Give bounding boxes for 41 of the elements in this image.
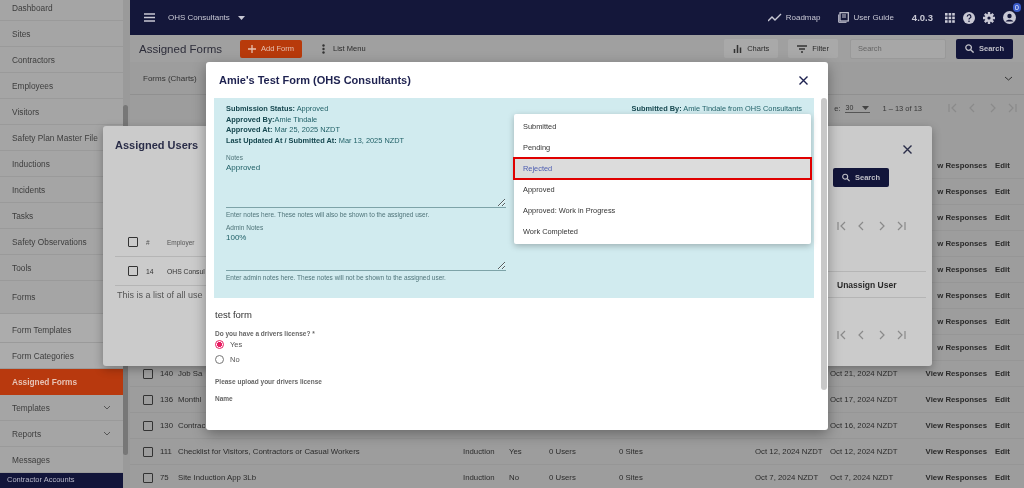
checkbox[interactable] bbox=[128, 237, 138, 247]
form-title: test form bbox=[215, 309, 253, 320]
dialog-title: Amie's Test Form (OHS Consultants) bbox=[219, 74, 411, 86]
notes-field[interactable]: Approved bbox=[226, 161, 506, 208]
header-link[interactable]: Roadmap bbox=[785, 13, 821, 22]
close-icon[interactable] bbox=[903, 144, 912, 154]
trend-line-icon bbox=[767, 13, 782, 22]
header-link[interactable]: User Guide bbox=[853, 13, 894, 22]
chevron-down-icon bbox=[103, 431, 111, 436]
help-icon[interactable] bbox=[963, 11, 975, 24]
scrollbar[interactable] bbox=[821, 98, 827, 390]
chevron-down-icon[interactable] bbox=[1004, 75, 1013, 81]
apps-grid-icon[interactable] bbox=[945, 12, 955, 23]
more-vertical-icon bbox=[322, 43, 326, 54]
admin-notes-field[interactable]: 100% bbox=[226, 231, 506, 271]
checkbox[interactable] bbox=[143, 394, 153, 405]
search-icon bbox=[964, 44, 974, 53]
caret-icon bbox=[862, 105, 870, 110]
checkbox[interactable] bbox=[143, 446, 153, 457]
organization-selector[interactable]: OHS Consultants bbox=[168, 13, 230, 22]
page-title: Assigned Forms bbox=[139, 42, 223, 55]
checkbox[interactable] bbox=[143, 368, 153, 379]
settings-icon[interactable] bbox=[983, 11, 995, 24]
account-icon[interactable] bbox=[1003, 11, 1016, 24]
chevron-down-icon bbox=[103, 405, 111, 410]
bar-chart-icon bbox=[733, 44, 743, 53]
unassign-user-link[interactable]: Unassign User bbox=[837, 279, 897, 290]
tab[interactable]: Forms (Charts) bbox=[143, 73, 197, 83]
close-icon[interactable] bbox=[799, 75, 808, 85]
radio-button[interactable] bbox=[215, 340, 224, 349]
menu-icon[interactable] bbox=[144, 13, 155, 22]
checkbox[interactable] bbox=[128, 266, 138, 276]
caret-icon bbox=[237, 15, 245, 20]
book-icon bbox=[838, 12, 850, 23]
plus-icon bbox=[248, 44, 257, 53]
filter-icon bbox=[797, 44, 808, 53]
version-label: 4.0.3 bbox=[911, 12, 933, 23]
sidebar-item[interactable]: Assigned Forms bbox=[0, 369, 123, 395]
checkbox[interactable] bbox=[143, 472, 153, 483]
search-icon bbox=[842, 173, 850, 182]
checkbox[interactable] bbox=[143, 420, 153, 431]
